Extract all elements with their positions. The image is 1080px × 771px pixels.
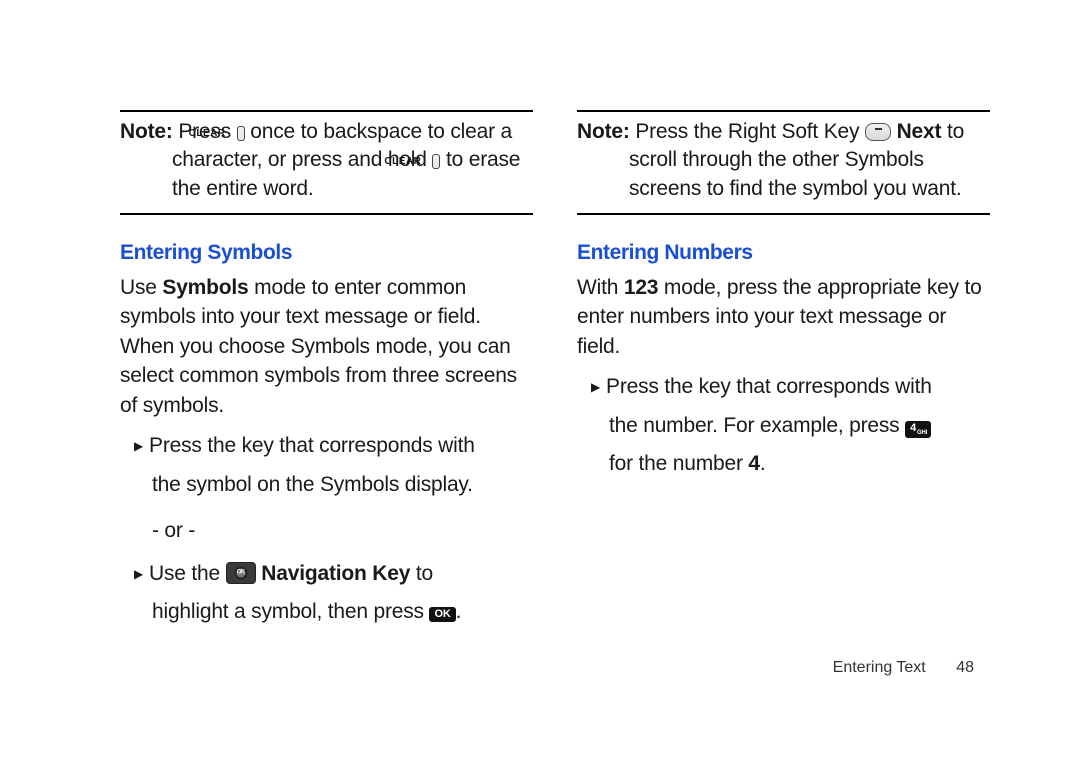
bullet-text: Use the bbox=[149, 562, 226, 585]
bullet-text: to bbox=[410, 562, 433, 585]
triangle-bullet-icon: ▶ bbox=[134, 439, 143, 453]
bullet-text: . bbox=[760, 452, 766, 475]
bullet-text: Press the key that corresponds with bbox=[606, 375, 932, 398]
note-text-bold: Next bbox=[897, 120, 942, 143]
symbols-paragraph: Use Symbols mode to enter common symbols… bbox=[120, 273, 533, 420]
list-item: ▶ Use the Navigation Key to highlight a s… bbox=[134, 558, 533, 629]
numbers-paragraph: With 123 mode, press the appropriate key… bbox=[577, 273, 990, 361]
note-text: Press the Right Soft Key bbox=[635, 120, 865, 143]
page-footer: Entering Text 48 bbox=[833, 659, 974, 677]
para-text: With bbox=[577, 276, 624, 299]
bullet-text: . bbox=[456, 600, 462, 623]
note-block-softkey: Note: Press the Right Soft Key Next to s… bbox=[577, 110, 990, 215]
para-text-bold: Symbols bbox=[162, 276, 248, 299]
four-ghi-key-icon: 4GHI bbox=[905, 421, 931, 438]
note-block-clear: Note: Press CLEAR once to backspace to c… bbox=[120, 110, 533, 215]
clear-key-icon: CLEAR bbox=[237, 126, 245, 141]
bullet-text: highlight a symbol, then press bbox=[152, 600, 429, 623]
note-label: Note: bbox=[577, 120, 630, 143]
symbols-steps: ▶ Press the key that corresponds with the… bbox=[134, 430, 533, 629]
triangle-bullet-icon: ▶ bbox=[591, 380, 600, 394]
heading-entering-symbols: Entering Symbols bbox=[120, 241, 533, 265]
bullet-text: for the number bbox=[609, 452, 748, 475]
ok-key-icon: OK bbox=[429, 607, 455, 622]
list-item: ▶ Press the key that corresponds with the… bbox=[591, 371, 990, 481]
triangle-bullet-icon: ▶ bbox=[134, 567, 143, 581]
manual-page: Note: Press CLEAR once to backspace to c… bbox=[0, 0, 1080, 771]
clear-key-icon: CLEAR bbox=[432, 154, 440, 169]
right-column: Note: Press the Right Soft Key Next to s… bbox=[577, 110, 990, 731]
bullet-text-bold: 4 bbox=[748, 452, 759, 475]
or-separator: - or - bbox=[152, 515, 533, 548]
left-column: Note: Press CLEAR once to backspace to c… bbox=[120, 110, 533, 731]
para-text: Use bbox=[120, 276, 162, 299]
footer-page-number: 48 bbox=[956, 659, 974, 676]
bullet-text: the number. For example, press bbox=[609, 414, 905, 437]
list-item: ▶ Press the key that corresponds with the… bbox=[134, 430, 533, 501]
para-text-bold: 123 bbox=[624, 276, 658, 299]
bullet-text-bold: Navigation Key bbox=[261, 562, 410, 585]
bullet-text: the symbol on the Symbols display. bbox=[152, 469, 533, 502]
note-label: Note: bbox=[120, 120, 173, 143]
heading-entering-numbers: Entering Numbers bbox=[577, 241, 990, 265]
bullet-text: Press the key that corresponds with bbox=[149, 434, 475, 457]
navigation-key-icon bbox=[226, 562, 256, 584]
numbers-steps: ▶ Press the key that corresponds with the… bbox=[591, 371, 990, 481]
footer-section-name: Entering Text bbox=[833, 659, 926, 676]
right-soft-key-icon bbox=[865, 123, 891, 141]
